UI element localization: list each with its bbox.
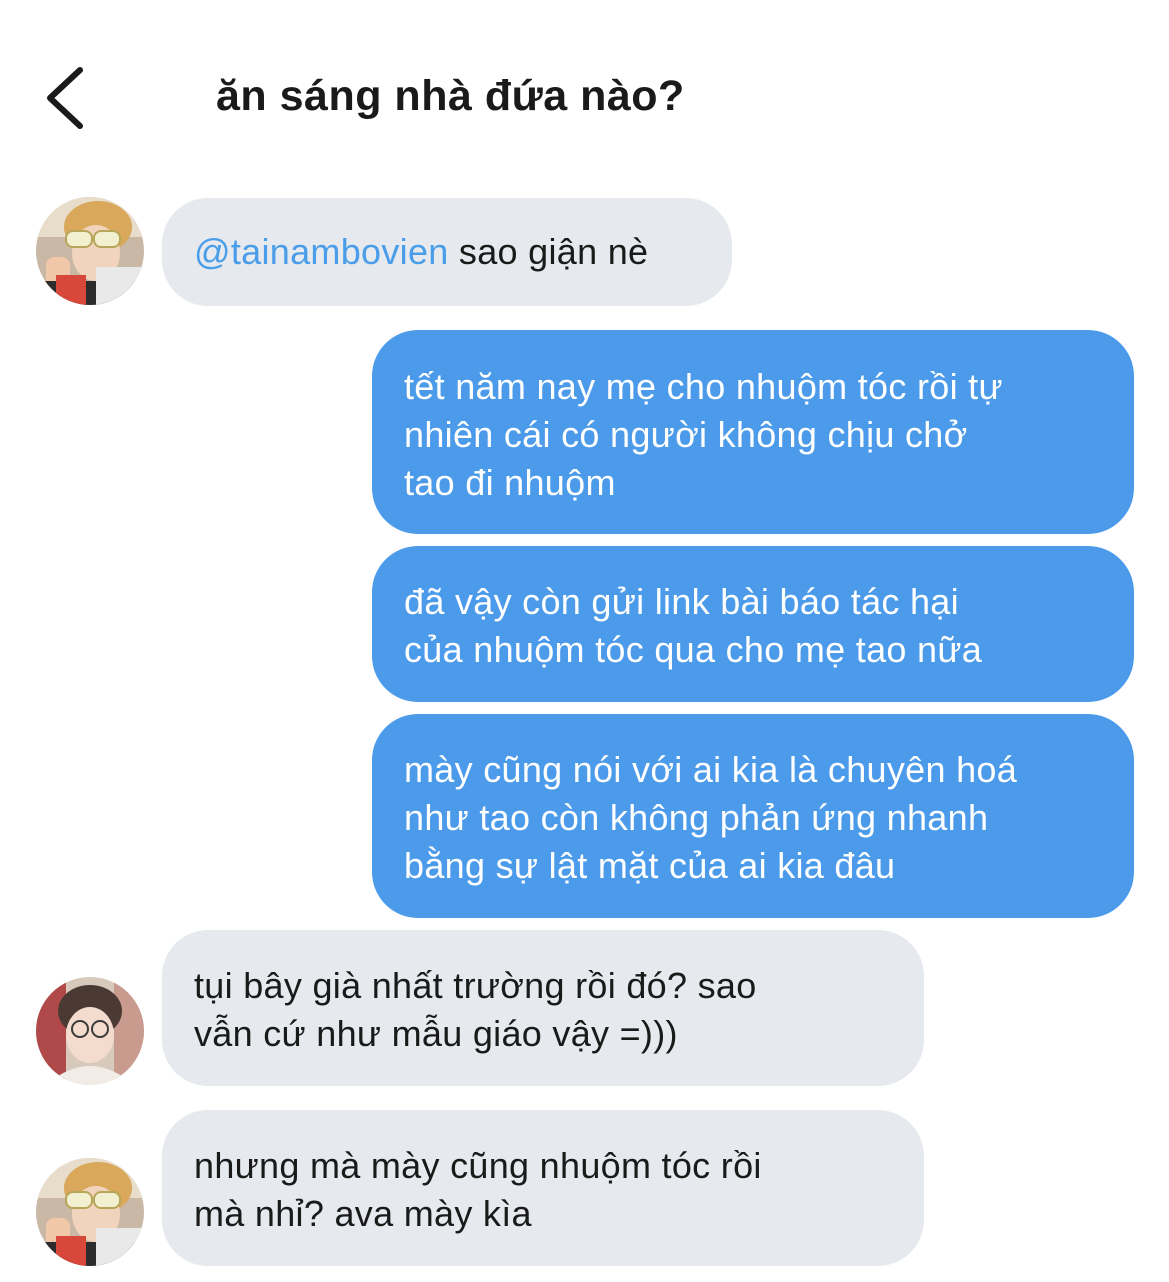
message-line: bằng sự lật mặt của ai kia đâu — [404, 845, 896, 886]
message-bubble-outgoing[interactable]: đã vậy còn gửi link bài báo tác hại của … — [372, 546, 1134, 702]
message-line: mày cũng nói với ai kia là chuyên hoá — [404, 749, 1018, 790]
message-line: vẫn cứ như mẫu giáo vậy =))) — [194, 1013, 678, 1054]
avatar[interactable] — [36, 197, 144, 305]
message-line: mà nhỉ? ava mày kìa — [194, 1193, 532, 1234]
chat-header: ăn sáng nhà đứa nào? — [0, 0, 1169, 180]
message-bubble-outgoing[interactable]: mày cũng nói với ai kia là chuyên hoá nh… — [372, 714, 1134, 918]
message-line: tao đi nhuộm — [404, 462, 616, 503]
message-line: nhiên cái có người không chịu chở — [404, 414, 968, 455]
back-button[interactable] — [38, 62, 98, 134]
chevron-left-icon — [47, 67, 83, 129]
avatar[interactable] — [36, 1158, 144, 1266]
message-line: như tao còn không phản ứng nhanh — [404, 797, 989, 838]
message-line: tụi bây già nhất trường rồi đó? sao — [194, 965, 757, 1006]
mention-link[interactable]: @tainambovien — [194, 231, 449, 272]
message-text: sao giận nè — [448, 231, 649, 272]
avatar[interactable] — [36, 977, 144, 1085]
message-bubble-incoming[interactable]: nhưng mà mày cũng nhuộm tóc rồi mà nhỉ? … — [162, 1110, 924, 1266]
message-bubble-outgoing[interactable]: tết năm nay mẹ cho nhuộm tóc rồi tự nhiê… — [372, 330, 1134, 534]
message-line: đã vậy còn gửi link bài báo tác hại — [404, 581, 959, 622]
message-line: tết năm nay mẹ cho nhuộm tóc rồi tự — [404, 366, 1003, 407]
message-line: nhưng mà mày cũng nhuộm tóc rồi — [194, 1145, 762, 1186]
message-bubble-incoming[interactable]: tụi bây già nhất trường rồi đó? sao vẫn … — [162, 930, 924, 1086]
chat-title: ăn sáng nhà đứa nào? — [216, 72, 685, 120]
message-line: của nhuộm tóc qua cho mẹ tao nữa — [404, 629, 983, 670]
message-bubble-incoming[interactable]: @tainambovien sao giận nè — [162, 198, 732, 306]
